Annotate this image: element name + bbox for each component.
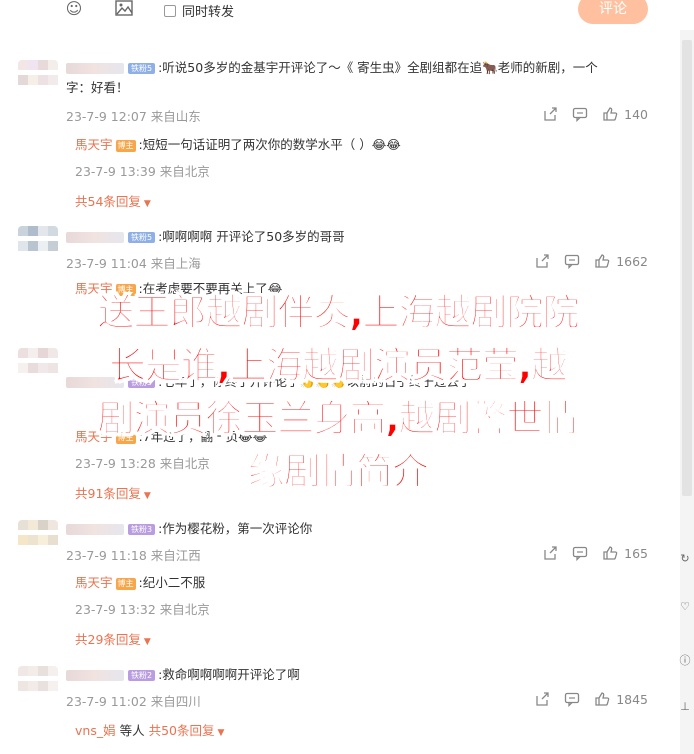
comment-actions: 1662	[534, 253, 648, 269]
like-button[interactable]: 1845	[594, 691, 648, 707]
author-badge: 博主	[115, 139, 136, 152]
more-replies-link[interactable]: 共91条回复 ▼	[75, 483, 151, 502]
author-badge: 博主	[115, 577, 136, 590]
reply-author[interactable]: 馬天宇	[75, 429, 113, 444]
reply-icon[interactable]	[564, 691, 580, 707]
avatar[interactable]	[18, 666, 58, 696]
commenter-name[interactable]	[66, 377, 124, 388]
comment-actions: 140	[542, 106, 648, 122]
reply-icon[interactable]	[572, 545, 588, 561]
submit-comment-button[interactable]: 评论	[578, 0, 648, 24]
reply-meta: 23-7-9 13:32 来自北京	[75, 602, 210, 617]
avatar[interactable]	[18, 520, 58, 550]
fan-badge: 铁粉5	[128, 63, 156, 74]
heart-icon[interactable]: ♡	[676, 600, 694, 613]
reply-meta: 23-7-9 13:28 来自北京	[75, 456, 210, 471]
comment-text: 铁粉5:七年了，你终于开评论了👏👏👏以前的日子终于过去了	[66, 372, 472, 392]
comment-meta: 23-7-9 11:04 来自上海	[66, 256, 201, 271]
reply-item: 馬天宇 博主:短短一句话证明了两次你的数学水平（ ）😂😂	[75, 137, 401, 152]
thumbs-up-icon	[603, 546, 618, 560]
avatar[interactable]	[18, 226, 58, 256]
like-button[interactable]: 140	[602, 106, 648, 122]
thumbs-up-icon	[595, 254, 610, 268]
like-button[interactable]: 165	[602, 545, 648, 561]
author-badge: 博主	[115, 283, 136, 296]
reply-meta: 23-7-9 13:39 来自北京	[75, 164, 210, 179]
thumbs-up-icon	[595, 692, 610, 706]
more-replies-link[interactable]: 共29条回复 ▼	[75, 629, 151, 648]
reply-item: 馬天宇 博主:纪小二不服	[75, 575, 206, 590]
comment-meta: 23-7-9 11:18 来自江西	[66, 548, 201, 563]
comment-text: 铁粉5:啊啊啊啊 开评论了50多岁的哥哥	[66, 227, 345, 247]
comment-actions: 165	[542, 545, 648, 561]
reply-icon[interactable]	[572, 106, 588, 122]
checkbox-box[interactable]	[164, 4, 176, 17]
comment-text: 铁粉5:听说50多岁的金基宇开评论了～《 寄生虫》全剧组都在追🐂老师的新剧，一个…	[66, 60, 598, 95]
reply-item: 馬天宇 博主:7年过了，翻一页😂😂	[75, 429, 268, 444]
fan-badge: 铁粉5	[128, 377, 156, 388]
reply-icon[interactable]	[564, 253, 580, 269]
comment-meta: 23-7-9 12:07 来自山东	[66, 109, 201, 124]
avatar[interactable]	[18, 60, 58, 90]
comment-text: 铁粉2:救命啊啊啊啊开评论了啊	[66, 665, 300, 685]
smiley-icon[interactable]: ☺	[64, 0, 84, 18]
fan-badge: 铁粉2	[128, 670, 156, 681]
commenter-name[interactable]	[66, 232, 124, 243]
reply-author[interactable]: 馬天宇	[75, 575, 113, 590]
like-button[interactable]: 1662	[594, 253, 648, 269]
author-badge: 博主	[115, 431, 136, 444]
fan-badge: 铁粉3	[128, 524, 156, 535]
commenter-name[interactable]	[66, 63, 124, 74]
share-icon[interactable]	[534, 253, 550, 269]
commenter-name[interactable]	[66, 670, 124, 681]
comment-actions: 1845	[534, 691, 648, 707]
reply-author[interactable]: 馬天宇	[75, 281, 113, 296]
info-icon[interactable]: ⓘ	[676, 652, 694, 668]
compose-toolbar: ☺ 同时转发 评论	[0, 0, 694, 30]
repost-checkbox[interactable]: 同时转发	[164, 1, 234, 20]
reply-item: 馬天宇 博主:在考虑要不要再关上了😂	[75, 281, 283, 296]
repost-label: 同时转发	[182, 5, 235, 20]
scrollbar-thumb[interactable]	[682, 40, 692, 496]
comment-text: 铁粉3:作为樱花粉，第一次评论你	[66, 519, 312, 539]
share-icon[interactable]	[542, 545, 558, 561]
refresh-icon[interactable]: ↻	[676, 552, 694, 565]
thumbs-up-icon	[603, 107, 618, 121]
share-icon[interactable]	[534, 691, 550, 707]
fan-badge: 铁粉5	[128, 232, 156, 243]
share-icon[interactable]	[542, 106, 558, 122]
commenter-name[interactable]	[66, 524, 124, 535]
more-replies-link[interactable]: 共54条回复 ▼	[75, 191, 151, 210]
pin-icon[interactable]: ⊥	[676, 700, 694, 713]
avatar[interactable]	[18, 348, 58, 378]
image-icon[interactable]	[114, 0, 134, 18]
comment-meta: 23-7-9 11:02 来自四川	[66, 694, 201, 709]
reply-author[interactable]: 馬天宇	[75, 137, 113, 152]
more-replies-link[interactable]: vns_娟 等人 共50条回复 ▼	[75, 720, 224, 739]
